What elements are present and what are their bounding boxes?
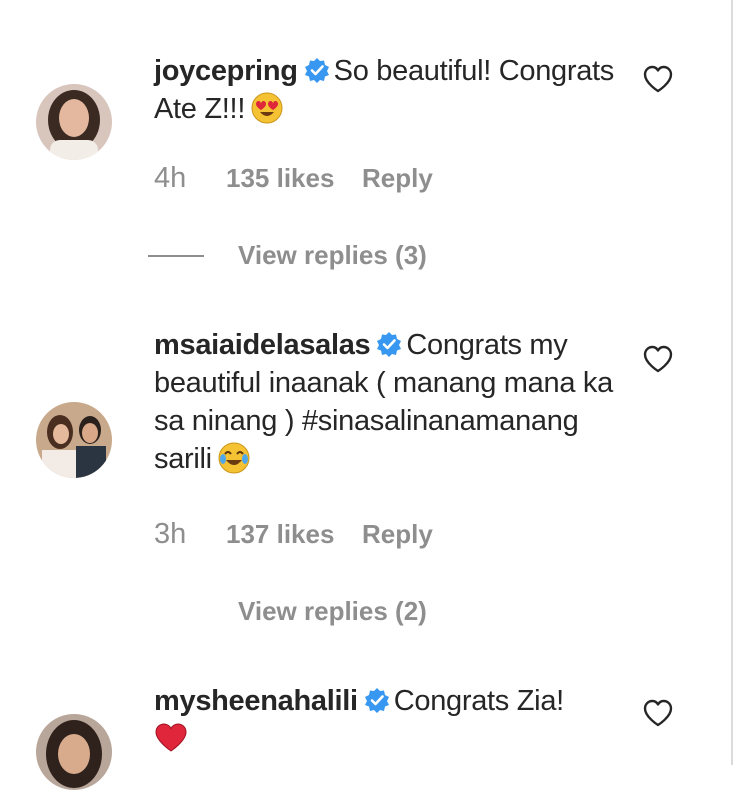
comment-body: joycepring So beautiful! Congrats Ate Z!!… [154,52,624,128]
comment-body: msaiaidelasalas Congrats my beautiful ina… [154,326,624,478]
view-replies-button[interactable]: View replies (2) [148,596,427,627]
panel-right-border [731,0,741,765]
comment-username[interactable]: mysheenahalili [154,685,358,717]
red-heart-emoji-icon [154,722,187,754]
reply-button[interactable]: Reply [362,163,433,194]
tears-of-joy-emoji-icon [218,442,250,474]
comment-meta: 4h 135 likes Reply [154,162,433,195]
verified-badge-icon [364,685,390,713]
verified-badge-icon [304,55,330,83]
view-replies-button[interactable]: View replies (3) [148,240,427,271]
verified-badge-icon [376,329,402,357]
reply-button[interactable]: Reply [362,519,433,550]
like-heart-icon[interactable] [642,64,674,94]
like-heart-icon[interactable] [642,344,674,374]
replies-divider [148,611,204,613]
comment-body: mysheenahalili Congrats Zia! [154,682,624,758]
comment-likes[interactable]: 137 likes [226,519,362,550]
view-replies-label: View replies (3) [238,240,427,270]
avatar[interactable] [36,714,112,790]
avatar[interactable] [36,84,112,160]
heart-eyes-emoji-icon [251,92,283,124]
comment-likes[interactable]: 135 likes [226,163,362,194]
like-heart-icon[interactable] [642,698,674,728]
comment-time: 3h [154,518,187,550]
replies-divider [148,254,204,257]
comment-meta: 3h 137 likes Reply [154,518,433,551]
avatar[interactable] [36,402,112,478]
comment-time: 4h [154,162,187,194]
view-replies-label: View replies (2) [238,596,427,626]
comment-text: Congrats Zia! [393,685,564,717]
comment-username[interactable]: joycepring [154,55,298,87]
comment-username[interactable]: msaiaidelasalas [154,329,371,361]
